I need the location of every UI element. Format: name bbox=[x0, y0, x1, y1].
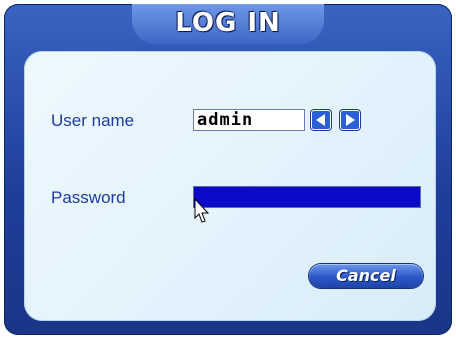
username-label: User name bbox=[51, 111, 135, 130]
password-label: Password bbox=[51, 188, 126, 207]
dialog-title: LOG IN bbox=[175, 8, 281, 38]
next-user-button[interactable] bbox=[340, 110, 360, 130]
password-field[interactable] bbox=[193, 186, 421, 208]
username-field[interactable]: admin bbox=[193, 109, 305, 131]
left-arrow-icon bbox=[316, 114, 325, 126]
right-arrow-icon bbox=[346, 114, 355, 126]
previous-user-button[interactable] bbox=[311, 110, 331, 130]
cancel-button[interactable]: Cancel bbox=[309, 264, 423, 288]
mouse-pointer-icon bbox=[194, 198, 210, 223]
